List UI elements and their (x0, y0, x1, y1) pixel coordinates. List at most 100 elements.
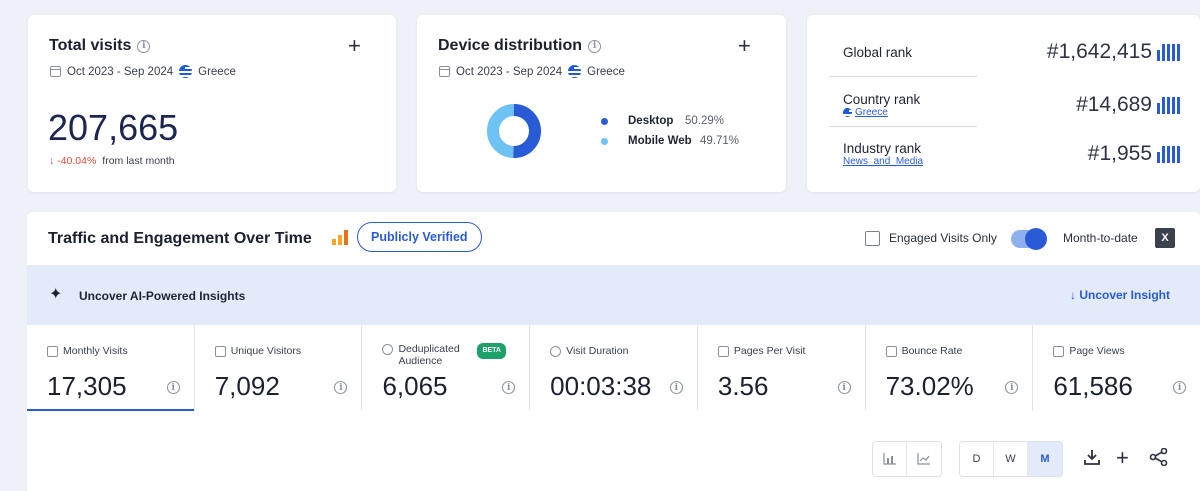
change-suffix: from last month (102, 155, 175, 167)
total-visits-title: Total visits i (49, 37, 151, 55)
greece-flag-icon (179, 65, 193, 78)
info-icon[interactable]: i (334, 381, 348, 394)
metric-tab-bounce-rate[interactable]: Bounce Rate 73.02% i (866, 325, 1034, 411)
granularity-month[interactable]: M (1028, 442, 1062, 476)
legend-item-desktop: Desktop 50.29% (601, 111, 739, 131)
metric-tab-deduplicated-audience[interactable]: Deduplicated Audience BETA 6,065 i (362, 325, 531, 411)
granularity-week[interactable]: W (994, 442, 1028, 476)
excel-export-icon[interactable]: X (1155, 228, 1175, 248)
metric-tab-pages-per-visit[interactable]: Pages Per Visit 3.56 i (698, 325, 866, 411)
info-icon[interactable]: i (837, 381, 851, 394)
person-card-icon (214, 346, 226, 357)
engaged-visits-label: Engaged Visits Only (889, 231, 997, 245)
granularity-day[interactable]: D (960, 442, 994, 476)
rank-divider (829, 76, 977, 77)
download-icon[interactable] (1083, 448, 1101, 470)
calendar-icon (50, 66, 61, 77)
chart-area: D W M + (27, 411, 1200, 491)
bar-chart-icon[interactable] (873, 442, 907, 476)
metric-tab-unique-visitors[interactable]: Unique Visitors 7,092 i (195, 325, 363, 411)
metric-label: Bounce Rate (885, 345, 1033, 357)
metric-label: Deduplicated Audience BETA (382, 343, 529, 367)
month-to-date-label: Month-to-date (1063, 231, 1138, 245)
metric-label-text: Pages Per Visit (733, 345, 806, 357)
beta-badge: BETA (477, 343, 506, 359)
uncover-insight-link[interactable]: ↓ Uncover Insight (1070, 288, 1170, 302)
rank-bars-icon (1157, 145, 1180, 163)
country-rank-link[interactable]: Greece (843, 107, 920, 118)
ai-insights-label: Uncover AI-Powered Insights (79, 289, 246, 303)
metric-value: 73.02% (885, 371, 974, 401)
metric-label: Monthly Visits (47, 345, 194, 357)
legend-label: Mobile Web (628, 135, 692, 147)
info-icon[interactable]: i (1173, 381, 1187, 394)
info-icon[interactable]: i (1005, 381, 1019, 394)
industry-rank-link[interactable]: News_and_Media (843, 156, 923, 167)
add-icon[interactable]: + (738, 35, 751, 57)
add-icon[interactable]: + (348, 35, 361, 57)
rank-divider (829, 126, 977, 127)
engaged-visits-checkbox[interactable] (865, 231, 880, 246)
traffic-title: Traffic and Engagement Over Time (48, 230, 312, 247)
legend-label: Desktop (628, 115, 674, 127)
metric-label-text: Bounce Rate (901, 345, 963, 357)
pages-icon (1053, 346, 1065, 357)
metric-value: 17,305 (47, 371, 127, 401)
info-icon[interactable]: i (669, 381, 683, 394)
country-name: Greece (587, 65, 625, 78)
device-distribution-title-text: Device distribution (438, 37, 583, 54)
metric-label-text: Monthly Visits (63, 345, 128, 357)
metric-label-text: Unique Visitors (230, 345, 302, 357)
clock-icon (550, 346, 562, 357)
metric-label: Unique Visitors (214, 345, 362, 357)
country-rank-label: Country rank (843, 92, 921, 107)
legend-value: 50.29% (685, 115, 725, 127)
industry-rank-number: #1,955 (1087, 142, 1152, 165)
change-percent: ↓ -40.04% (49, 155, 97, 167)
people-icon (382, 344, 394, 355)
granularity-toggle: D W M (959, 441, 1063, 477)
calendar-icon (47, 346, 58, 357)
month-to-date-toggle[interactable] (1011, 228, 1047, 250)
metric-tab-page-views[interactable]: Page Views 61,586 i (1033, 325, 1200, 411)
metric-label: Page Views (1053, 345, 1200, 357)
metric-tab-visit-duration[interactable]: Visit Duration 00:03:38 i (530, 325, 698, 411)
country-name: Greece (198, 65, 236, 78)
metric-tab-monthly-visits[interactable]: Monthly Visits 17,305 i (27, 325, 195, 411)
trend-icon (885, 346, 897, 357)
legend-item-mobile-web: Mobile Web 49.71% (601, 131, 739, 151)
info-icon[interactable]: i (588, 39, 602, 53)
total-visits-meta: Oct 2023 - Sep 2024 Greece (50, 65, 236, 78)
metric-label-text: Visit Duration (566, 345, 629, 357)
rank-bars-icon (1157, 96, 1180, 114)
metric-value: 7,092 (214, 371, 280, 401)
chart-type-toggle (872, 441, 942, 477)
legend-value: 49.71% (700, 135, 740, 147)
pages-icon (717, 346, 729, 357)
total-visits-change: ↓ -40.04% from last month (49, 155, 175, 167)
sparkle-icon: ✦ (49, 286, 63, 303)
metrics-row: Monthly Visits 17,305 i Unique Visitors … (27, 325, 1200, 411)
line-chart-icon[interactable] (907, 442, 941, 476)
calendar-icon (439, 66, 450, 77)
metric-value: 6,065 (382, 371, 448, 401)
device-donut-chart (487, 104, 541, 158)
country-rank-number: #14,689 (1076, 93, 1152, 116)
rank-card: Global rank #1,642,415 Country rank Gree… (807, 15, 1200, 192)
global-rank-number: #1,642,415 (1046, 40, 1152, 63)
info-icon[interactable]: i (137, 39, 151, 53)
country-rank-link-text[interactable]: Greece (855, 107, 888, 118)
industry-rank-labels: Industry rank News_and_Media (843, 141, 923, 167)
publicly-verified-button[interactable]: Publicly Verified (357, 222, 482, 252)
total-visits-value: 207,665 (48, 107, 179, 148)
metric-label: Visit Duration (550, 345, 697, 357)
info-icon[interactable]: i (502, 381, 516, 394)
metric-value: 3.56 (717, 371, 769, 401)
country-rank-row: Country rank Greece #14,689 (843, 85, 1180, 125)
global-rank-label: Global rank (843, 44, 913, 60)
device-distribution-card: Device distribution i + Oct 2023 - Sep 2… (417, 15, 786, 192)
info-icon[interactable]: i (166, 381, 180, 394)
share-icon[interactable] (1149, 447, 1169, 470)
global-rank-value: #1,642,415 (1047, 40, 1180, 64)
add-icon[interactable]: + (1116, 447, 1129, 469)
